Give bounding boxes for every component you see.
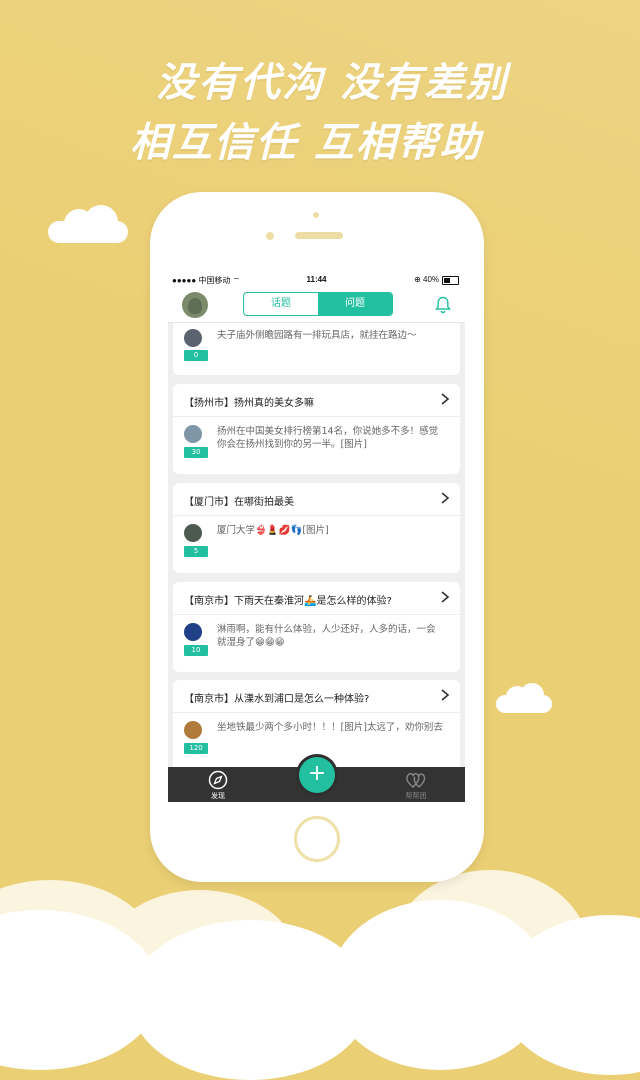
- phone-speaker: [295, 232, 343, 239]
- answer-avatar: [184, 721, 202, 739]
- phone-home-button: [294, 816, 340, 862]
- chevron-right-icon: [441, 689, 450, 701]
- tab-help-group[interactable]: 帮帮团: [386, 770, 446, 801]
- chevron-right-icon: [441, 591, 450, 603]
- promo-headline-2: 相互信任 互相帮助: [130, 120, 482, 166]
- bell-icon[interactable]: [435, 296, 451, 314]
- battery-icon: [442, 276, 459, 285]
- status-bar: ●●●●● 中国移动 ⌔ 11:44 ⊕ 40%: [168, 272, 465, 288]
- question-card[interactable]: 【厦门市】在哪街拍最美 5 厦门大学👙💄💋👣[图片]: [173, 483, 460, 573]
- top-nav: 话题 问题: [168, 288, 465, 323]
- answer-count-badge: 30: [184, 447, 208, 458]
- question-title-row[interactable]: 【南京市】下雨天在秦淮河🚣是怎么样的体验?: [173, 582, 460, 615]
- question-feed: 0 夫子庙外侧瞻园路有一排玩具店，就挂在路边～ 【扬州市】扬州真的美女多嘛 30…: [168, 323, 465, 767]
- answer-text: 坐地铁最少两个多小时！！！[图片]太远了，劝你别去: [217, 722, 443, 733]
- question-title: 【扬州市】扬州真的美女多嘛: [184, 398, 314, 409]
- tab-topics[interactable]: 话题: [244, 293, 318, 315]
- answer-text: 夫子庙外侧瞻园路有一排玩具店，就挂在路边～: [217, 330, 417, 341]
- answer-count-badge: 0: [184, 350, 208, 361]
- answer-count-badge: 120: [184, 743, 208, 754]
- phone-sensor: [313, 212, 319, 218]
- answer-text: 扬州在中国美女排行榜第14名，你说她多不多！感觉你会在扬州找到你的另一半。[图片…: [217, 426, 439, 450]
- answer-count-badge: 5: [184, 546, 208, 557]
- answer-avatar: [184, 623, 202, 641]
- question-title: 【南京市】从溧水到浦口是怎么一种体验?: [184, 694, 370, 705]
- question-title-row[interactable]: 【厦门市】在哪街拍最美: [173, 483, 460, 516]
- cloud-right: [496, 683, 552, 715]
- answer-avatar: [184, 524, 202, 542]
- battery-label: ⊕ 40%: [414, 275, 439, 284]
- tab-discover[interactable]: 发现: [188, 770, 248, 801]
- chevron-right-icon: [441, 393, 450, 405]
- answer-avatar: [184, 425, 202, 443]
- phone-camera: [266, 232, 274, 240]
- question-card[interactable]: 【扬州市】扬州真的美女多嘛 30 扬州在中国美女排行榜第14名，你说她多不多！感…: [173, 384, 460, 474]
- question-card[interactable]: 【南京市】从溧水到浦口是怎么一种体验? 120 坐地铁最少两个多小时！！！[图片…: [173, 680, 460, 767]
- bottom-tab-bar: 发现 + 帮帮团: [168, 757, 465, 802]
- answer-text: 淋雨啊，能有什么体验，人少还好，人多的话，一会就湿身了😁😁😁: [217, 624, 436, 648]
- question-card[interactable]: 0 夫子庙外侧瞻园路有一排玩具店，就挂在路边～: [173, 323, 460, 375]
- question-title-row[interactable]: 【扬州市】扬州真的美女多嘛: [173, 384, 460, 417]
- answer-avatar: [184, 329, 202, 347]
- tab-help-label: 帮帮团: [405, 792, 427, 800]
- tab-questions[interactable]: 问题: [318, 293, 392, 315]
- promo-headline-1: 没有代沟 没有差别: [156, 60, 508, 106]
- question-title: 【厦门市】在哪街拍最美: [184, 497, 294, 508]
- question-card[interactable]: 【南京市】下雨天在秦淮河🚣是怎么样的体验? 10 淋雨啊，能有什么体验，人少还好…: [173, 582, 460, 672]
- add-question-button[interactable]: +: [299, 757, 335, 793]
- answer-count-badge: 10: [184, 645, 208, 656]
- cloud-left: [48, 205, 128, 245]
- compass-icon: [208, 770, 228, 790]
- question-title: 【南京市】下雨天在秦淮河🚣是怎么样的体验?: [184, 596, 392, 607]
- user-avatar[interactable]: [182, 292, 208, 318]
- tab-discover-label: 发现: [211, 792, 225, 800]
- chevron-right-icon: [441, 492, 450, 504]
- answer-text: 厦门大学👙💄💋👣[图片]: [217, 525, 329, 536]
- heart-group-icon: [406, 772, 426, 788]
- question-title-row[interactable]: 【南京市】从溧水到浦口是怎么一种体验?: [173, 680, 460, 713]
- segment-control: 话题 问题: [243, 292, 393, 316]
- app-screen: ●●●●● 中国移动 ⌔ 11:44 ⊕ 40% 话题 问题 0 夫子庙外侧瞻园…: [168, 272, 465, 802]
